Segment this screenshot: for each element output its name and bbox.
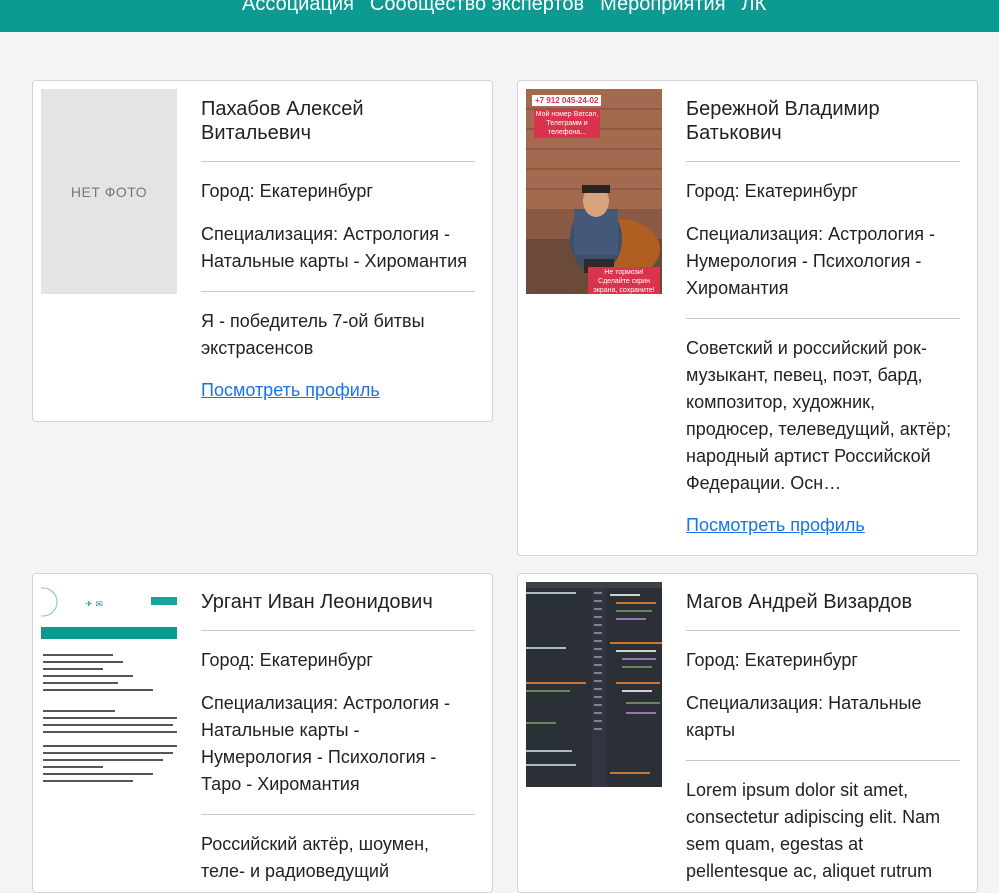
expert-photo: +7 912 045-24-02 Мой номер Ватсап, Телег… xyxy=(526,89,662,294)
nav-item-association[interactable]: Ассоциация xyxy=(242,0,354,16)
expert-city: Город: Екатеринбург xyxy=(686,181,858,201)
expert-photo-image xyxy=(526,582,662,787)
expert-photo-image: ✈ ✉ xyxy=(41,582,177,787)
no-photo-placeholder: НЕТ ФОТО xyxy=(41,89,177,294)
expert-bio: Российский актёр, шоумен, теле- и радиов… xyxy=(201,834,430,881)
expert-photo: ✈ ✉ xyxy=(41,582,177,787)
divider xyxy=(201,291,475,292)
expert-bio: Lorem ipsum dolor sit amet, consectetur … xyxy=(686,780,941,881)
divider xyxy=(686,161,960,162)
expert-specialization: Специализация: Астрология - Натальные ка… xyxy=(201,693,451,794)
expert-card: ✈ ✉ Ургант Иван Леонидович Город: Екатер… xyxy=(32,573,493,893)
expert-bio: Советский и российский рок-музыкант, пев… xyxy=(686,338,952,493)
main-nav: Ассоциация Сообщество экспертов Мероприя… xyxy=(242,0,766,16)
expert-city: Город: Екатеринбург xyxy=(201,650,373,670)
expert-specialization: Специализация: Астрология - Нумерология … xyxy=(686,224,936,298)
expert-photo: НЕТ ФОТО xyxy=(41,89,177,294)
divider xyxy=(201,161,475,162)
nav-item-account[interactable]: ЛК xyxy=(742,0,767,16)
divider xyxy=(201,814,475,815)
expert-city: Город: Екатеринбург xyxy=(686,650,858,670)
expert-name: Ургант Иван Леонидович xyxy=(201,591,433,613)
divider xyxy=(686,630,960,631)
nav-item-events[interactable]: Мероприятия xyxy=(600,0,725,16)
expert-specialization: Специализация: Астрология - Натальные ка… xyxy=(201,224,467,271)
view-profile-link[interactable]: Посмотреть профиль xyxy=(201,378,380,402)
divider xyxy=(201,630,475,631)
expert-name: Пахабов Алексей Витальевич xyxy=(201,98,364,144)
top-nav-bar: Ассоциация Сообщество экспертов Мероприя… xyxy=(0,0,999,32)
nav-item-experts[interactable]: Сообщество экспертов xyxy=(370,0,584,16)
expert-card: Магов Андрей Визардов Город: Екатеринбур… xyxy=(517,573,978,893)
expert-card: +7 912 045-24-02 Мой номер Ватсап, Телег… xyxy=(517,80,978,556)
expert-photo xyxy=(526,582,662,787)
photo-mid-caption: Мой номер Ватсап, Телеграмм и телефона..… xyxy=(534,109,600,138)
expert-card: НЕТ ФОТО Пахабов Алексей Витальевич Горо… xyxy=(32,80,493,422)
view-profile-link[interactable]: Посмотреть профиль xyxy=(686,513,865,537)
expert-specialization: Специализация: Натальные карты xyxy=(686,693,922,740)
photo-bottom-caption: Не тормози! Сделайте скрин экрана, сохра… xyxy=(588,267,660,294)
photo-phone-caption: +7 912 045-24-02 xyxy=(532,95,602,106)
divider xyxy=(686,760,960,761)
expert-bio: Я - победитель 7-ой битвы экстрасенсов xyxy=(201,311,425,358)
svg-text:✈ ✉: ✈ ✉ xyxy=(85,600,103,610)
expert-city: Город: Екатеринбург xyxy=(201,181,373,201)
expert-name: Магов Андрей Визардов xyxy=(686,591,913,613)
divider xyxy=(686,318,960,319)
expert-name: Бережной Владимир Батькович xyxy=(686,98,880,144)
